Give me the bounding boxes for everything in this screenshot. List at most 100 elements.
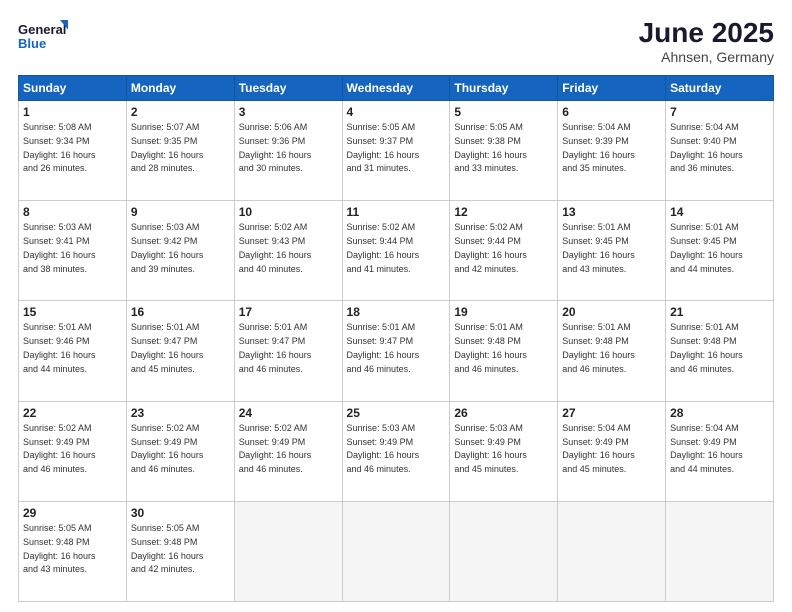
col-saturday: Saturday [666, 75, 774, 100]
col-sunday: Sunday [19, 75, 127, 100]
day-cell-24: 24 Sunrise: 5:02 AMSunset: 9:49 PMDayligh… [234, 401, 342, 501]
day-info: Sunrise: 5:05 AMSunset: 9:38 PMDaylight:… [454, 122, 527, 173]
day-info: Sunrise: 5:03 AMSunset: 9:41 PMDaylight:… [23, 222, 96, 273]
day-number: 13 [562, 204, 661, 220]
week-row-5: 29 Sunrise: 5:05 AMSunset: 9:48 PMDayligh… [19, 501, 774, 601]
day-info: Sunrise: 5:03 AMSunset: 9:49 PMDaylight:… [347, 423, 420, 474]
day-cell-2: 2 Sunrise: 5:07 AMSunset: 9:35 PMDaylight… [126, 100, 234, 200]
day-number: 11 [347, 204, 446, 220]
day-number: 8 [23, 204, 122, 220]
day-cell-13: 13Sunrise: 5:01 AMSunset: 9:45 PMDayligh… [558, 201, 666, 301]
day-number: 29 [23, 505, 122, 521]
day-cell-29: 29 Sunrise: 5:05 AMSunset: 9:48 PMDayligh… [19, 501, 127, 601]
day-cell-25: 25 Sunrise: 5:03 AMSunset: 9:49 PMDayligh… [342, 401, 450, 501]
day-number: 27 [562, 405, 661, 421]
svg-text:General: General [18, 22, 66, 37]
day-number: 1 [23, 104, 122, 120]
col-monday: Monday [126, 75, 234, 100]
location: Ahnsen, Germany [639, 49, 774, 65]
day-cell-12: 12Sunrise: 5:02 AMSunset: 9:44 PMDayligh… [450, 201, 558, 301]
day-cell-17: 17 Sunrise: 5:01 AMSunset: 9:47 PMDayligh… [234, 301, 342, 401]
day-info: Sunrise: 5:02 AMSunset: 9:49 PMDaylight:… [239, 423, 312, 474]
day-info: Sunrise: 5:07 AMSunset: 9:35 PMDaylight:… [131, 122, 204, 173]
day-empty [666, 501, 774, 601]
day-cell-15: 15 Sunrise: 5:01 AMSunset: 9:46 PMDayligh… [19, 301, 127, 401]
day-info: Sunrise: 5:03 AMSunset: 9:42 PMDaylight:… [131, 222, 204, 273]
day-cell-9: 9 Sunrise: 5:03 AMSunset: 9:42 PMDaylight… [126, 201, 234, 301]
day-cell-7: 7 Sunrise: 5:04 AMSunset: 9:40 PMDaylight… [666, 100, 774, 200]
day-number: 2 [131, 104, 230, 120]
day-cell-1: 1 Sunrise: 5:08 AMSunset: 9:34 PMDaylight… [19, 100, 127, 200]
day-cell-21: 21 Sunrise: 5:01 AMSunset: 9:48 PMDayligh… [666, 301, 774, 401]
day-number: 26 [454, 405, 553, 421]
day-number: 4 [347, 104, 446, 120]
day-info: Sunrise: 5:01 AMSunset: 9:47 PMDaylight:… [239, 322, 312, 373]
day-number: 23 [131, 405, 230, 421]
day-cell-23: 23 Sunrise: 5:02 AMSunset: 9:49 PMDayligh… [126, 401, 234, 501]
col-thursday: Thursday [450, 75, 558, 100]
day-number: 30 [131, 505, 230, 521]
day-cell-11: 11 Sunrise: 5:02 AMSunset: 9:44 PMDayligh… [342, 201, 450, 301]
day-info: Sunrise: 5:01 AMSunset: 9:46 PMDaylight:… [23, 322, 96, 373]
header-row: SundayMondayTuesdayWednesdayThursdayFrid… [19, 75, 774, 100]
day-info: Sunrise: 5:02 AMSunset: 9:49 PMDaylight:… [131, 423, 204, 474]
day-number: 18 [347, 304, 446, 320]
day-number: 14 [670, 204, 769, 220]
week-row-3: 15 Sunrise: 5:01 AMSunset: 9:46 PMDayligh… [19, 301, 774, 401]
day-info: Sunrise: 5:04 AMSunset: 9:49 PMDaylight:… [670, 423, 743, 474]
day-info: Sunrise: 5:01 AMSunset: 9:48 PMDaylight:… [454, 322, 527, 373]
day-cell-3: 3Sunrise: 5:06 AMSunset: 9:36 PMDaylight… [234, 100, 342, 200]
col-friday: Friday [558, 75, 666, 100]
day-number: 12 [454, 204, 553, 220]
day-cell-19: 19 Sunrise: 5:01 AMSunset: 9:48 PMDayligh… [450, 301, 558, 401]
day-info: Sunrise: 5:01 AMSunset: 9:48 PMDaylight:… [670, 322, 743, 373]
day-number: 5 [454, 104, 553, 120]
day-number: 7 [670, 104, 769, 120]
logo: General Blue [18, 18, 68, 58]
day-cell-6: 6 Sunrise: 5:04 AMSunset: 9:39 PMDaylight… [558, 100, 666, 200]
day-number: 6 [562, 104, 661, 120]
day-info: Sunrise: 5:02 AMSunset: 9:44 PMDaylight:… [347, 222, 420, 273]
month-title: June 2025 [639, 18, 774, 49]
day-info: Sunrise: 5:01 AMSunset: 9:48 PMDaylight:… [562, 322, 635, 373]
col-tuesday: Tuesday [234, 75, 342, 100]
day-number: 24 [239, 405, 338, 421]
day-number: 17 [239, 304, 338, 320]
svg-text:Blue: Blue [18, 36, 46, 51]
day-info: Sunrise: 5:02 AMSunset: 9:49 PMDaylight:… [23, 423, 96, 474]
day-number: 19 [454, 304, 553, 320]
day-number: 21 [670, 304, 769, 320]
title-block: June 2025 Ahnsen, Germany [639, 18, 774, 65]
week-row-4: 22 Sunrise: 5:02 AMSunset: 9:49 PMDayligh… [19, 401, 774, 501]
day-cell-10: 10Sunrise: 5:02 AMSunset: 9:43 PMDayligh… [234, 201, 342, 301]
day-number: 16 [131, 304, 230, 320]
day-info: Sunrise: 5:05 AMSunset: 9:48 PMDaylight:… [23, 523, 96, 574]
day-info: Sunrise: 5:02 AMSunset: 9:43 PMDaylight:… [239, 222, 312, 273]
day-number: 3 [239, 104, 338, 120]
day-number: 20 [562, 304, 661, 320]
day-number: 9 [131, 204, 230, 220]
day-empty [342, 501, 450, 601]
day-cell-27: 27Sunrise: 5:04 AMSunset: 9:49 PMDayligh… [558, 401, 666, 501]
header: General Blue June 2025 Ahnsen, Germany [18, 18, 774, 65]
day-cell-18: 18 Sunrise: 5:01 AMSunset: 9:47 PMDayligh… [342, 301, 450, 401]
day-cell-5: 5 Sunrise: 5:05 AMSunset: 9:38 PMDaylight… [450, 100, 558, 200]
day-empty [558, 501, 666, 601]
day-number: 22 [23, 405, 122, 421]
day-info: Sunrise: 5:05 AMSunset: 9:48 PMDaylight:… [131, 523, 204, 574]
day-info: Sunrise: 5:03 AMSunset: 9:49 PMDaylight:… [454, 423, 527, 474]
day-info: Sunrise: 5:01 AMSunset: 9:47 PMDaylight:… [347, 322, 420, 373]
day-info: Sunrise: 5:01 AMSunset: 9:45 PMDaylight:… [670, 222, 743, 273]
page: General Blue June 2025 Ahnsen, Germany S… [0, 0, 792, 612]
day-cell-16: 16 Sunrise: 5:01 AMSunset: 9:47 PMDayligh… [126, 301, 234, 401]
day-info: Sunrise: 5:04 AMSunset: 9:39 PMDaylight:… [562, 122, 635, 173]
day-cell-20: 20 Sunrise: 5:01 AMSunset: 9:48 PMDayligh… [558, 301, 666, 401]
day-info: Sunrise: 5:01 AMSunset: 9:47 PMDaylight:… [131, 322, 204, 373]
day-empty [450, 501, 558, 601]
day-info: Sunrise: 5:08 AMSunset: 9:34 PMDaylight:… [23, 122, 96, 173]
day-cell-22: 22 Sunrise: 5:02 AMSunset: 9:49 PMDayligh… [19, 401, 127, 501]
day-number: 25 [347, 405, 446, 421]
day-info: Sunrise: 5:04 AMSunset: 9:40 PMDaylight:… [670, 122, 743, 173]
day-cell-4: 4Sunrise: 5:05 AMSunset: 9:37 PMDaylight… [342, 100, 450, 200]
day-number: 15 [23, 304, 122, 320]
